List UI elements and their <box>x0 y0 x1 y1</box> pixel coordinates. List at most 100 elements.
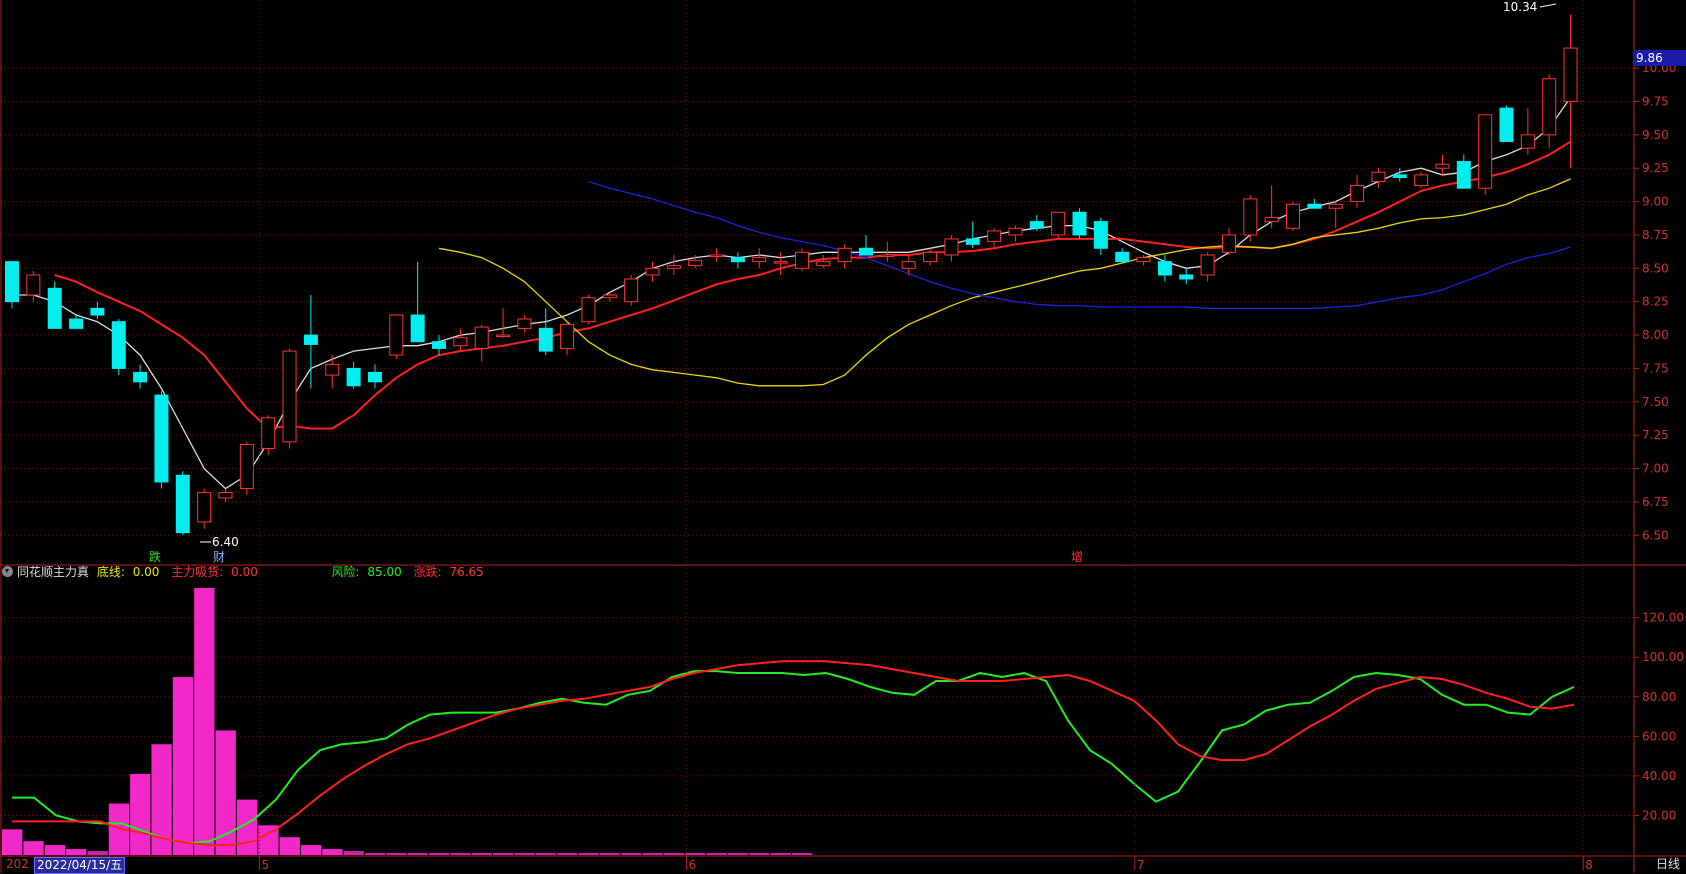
candle-up <box>624 278 639 303</box>
candle-up <box>282 350 297 443</box>
candle-down <box>90 307 105 316</box>
risk-legend: 风险: 85.00 <box>331 565 402 579</box>
indicator-bar <box>279 837 300 855</box>
candle-up <box>1520 134 1535 149</box>
candle-up <box>794 251 809 269</box>
candle-up <box>816 261 831 267</box>
candle-down <box>1392 174 1407 179</box>
candle-up <box>1286 203 1300 229</box>
candle-up <box>773 261 788 264</box>
candle-down <box>1307 203 1322 209</box>
candle-up <box>837 247 852 263</box>
indicator-name[interactable]: 同花顺主力真 <box>17 565 89 579</box>
month-label: 5 <box>262 858 270 872</box>
ma-line-ma60 <box>588 180 1571 310</box>
candle-up <box>1264 217 1279 223</box>
price-tick-label: 7.25 <box>1642 428 1669 442</box>
candle-up <box>666 265 681 269</box>
candle-down <box>1499 107 1514 142</box>
price-tick-label: 8.00 <box>1642 328 1669 342</box>
indicator-grid <box>0 617 1634 816</box>
candle-down <box>1456 161 1471 189</box>
cursor-date: 2022/04/15/五 <box>34 857 126 874</box>
indicator-bar <box>429 853 450 855</box>
candle-up <box>1328 203 1343 209</box>
high-pointer <box>1539 3 1557 8</box>
moving-average-lines <box>12 97 1572 490</box>
candle-down <box>1179 274 1194 280</box>
indicator-bar <box>642 853 663 855</box>
month-label: 6 <box>689 858 697 872</box>
indicator-bar <box>407 853 428 855</box>
candle-up <box>389 314 404 356</box>
price-tick-label: 8.50 <box>1642 261 1669 275</box>
time-axis: 5 6 7 8 <box>259 0 1593 872</box>
base-line-legend: 底线: 0.00 <box>96 565 160 579</box>
candle-down <box>367 371 382 383</box>
indicator-bar <box>450 853 471 855</box>
indicator-bar <box>770 853 791 855</box>
candle-up <box>1414 174 1429 187</box>
candle-down <box>47 287 62 329</box>
candle-up <box>453 337 468 347</box>
candle-up <box>987 230 1002 243</box>
candle-up <box>1243 198 1258 236</box>
ma-line-ma20 <box>438 178 1571 387</box>
indicator-bar <box>322 849 343 855</box>
candle-up <box>1371 171 1386 183</box>
price-tick-label: 9.25 <box>1642 161 1669 175</box>
price-tick-label: 8.75 <box>1642 228 1669 242</box>
candle-up <box>1350 185 1365 203</box>
indicator-bar <box>2 829 23 855</box>
candle-up <box>1563 47 1578 102</box>
indicator-bars <box>2 588 813 855</box>
candle-up <box>218 492 233 499</box>
month-label: 7 <box>1137 858 1145 872</box>
price-tick-label: 7.75 <box>1642 361 1669 375</box>
indicator-bar <box>621 853 642 855</box>
price-tick-label: 7.00 <box>1642 462 1669 476</box>
collapse-icon[interactable] <box>2 566 13 577</box>
indicator-bar <box>557 853 578 855</box>
indicator-tick-label: 20.00 <box>1642 808 1676 822</box>
indicator-bar <box>578 853 599 855</box>
candle-up <box>1435 163 1450 169</box>
indicator-bar <box>343 851 364 855</box>
candle-up <box>261 417 276 450</box>
price-tick-label: 6.75 <box>1642 495 1669 509</box>
indicator-bar <box>300 845 322 855</box>
candle-up <box>560 323 575 349</box>
price-tick-label: 8.25 <box>1642 295 1669 309</box>
indicator-bar <box>727 853 749 855</box>
ma-line-ma5 <box>12 97 1572 490</box>
candle-up <box>496 334 511 338</box>
absorb-legend: 主力吸货: 0.00 <box>171 565 258 579</box>
indicator-bar <box>66 849 87 855</box>
candle-up <box>880 254 895 257</box>
price-tick-label: 9.00 <box>1642 195 1669 209</box>
candle-up <box>645 267 660 276</box>
candle-up <box>581 297 596 323</box>
indicator-bar <box>706 853 727 855</box>
candle-up <box>709 254 724 257</box>
candle-up <box>325 363 340 376</box>
candle-up <box>901 261 916 269</box>
indicator-tick-label: 60.00 <box>1642 729 1676 743</box>
candle-down <box>175 474 190 534</box>
candle-up <box>688 259 703 267</box>
price-tick-label: 9.50 <box>1642 128 1669 142</box>
price-tick-label: 7.50 <box>1642 395 1669 409</box>
candle-down <box>303 334 318 345</box>
signal-marker-drop: 跌 <box>149 550 162 564</box>
indicator-bar <box>386 853 407 855</box>
candle-up <box>197 492 212 523</box>
period-selector[interactable]: 日线 <box>1656 857 1680 872</box>
candle-down <box>859 247 873 256</box>
indicator-bar <box>493 853 514 855</box>
indicator-bar <box>749 853 770 855</box>
candle-down <box>1157 261 1172 276</box>
price-tick-label: 9.75 <box>1642 94 1669 108</box>
high-price-label: 10.34 <box>1503 0 1538 14</box>
indicator-bar <box>514 853 535 855</box>
price-axis: 6.50 6.75 7.00 7.25 7.50 7.75 8.00 8.25 8.50 8.75… <box>0 0 1686 873</box>
